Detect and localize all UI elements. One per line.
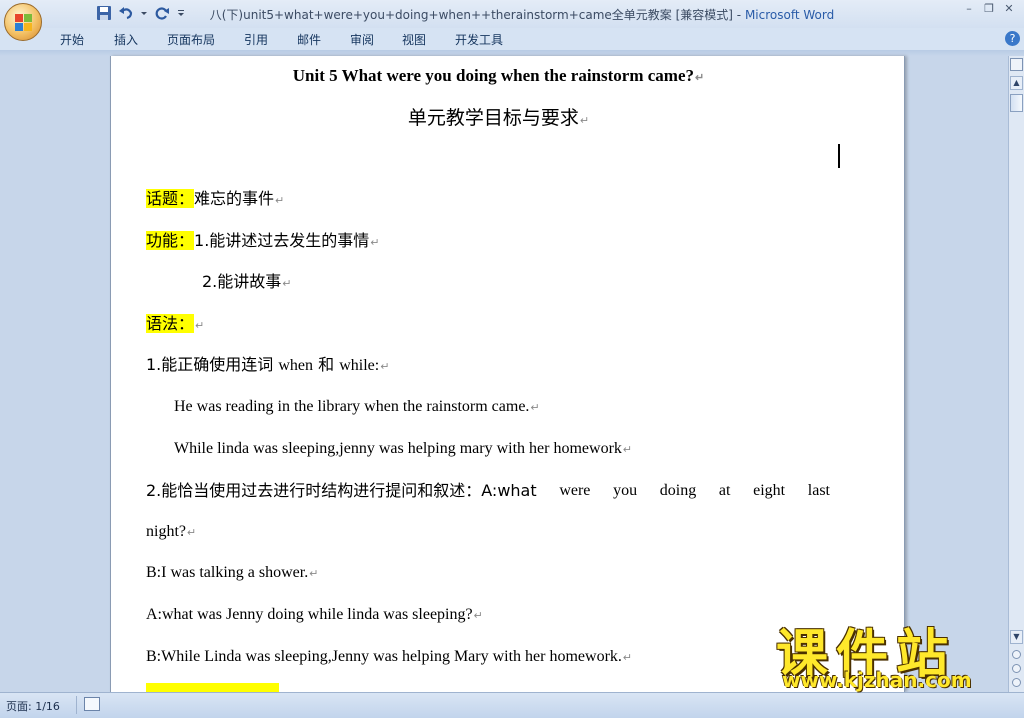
ribbon-tabs: 开始 插入 页面布局 引用 邮件 审阅 视图 开发工具 ? [0, 28, 1024, 50]
paragraph-mark-icon: ↵ [275, 194, 285, 207]
watermark-logo: 课件站 www.kjzhan.com [772, 612, 1007, 694]
paragraph-mark-icon: ↵ [195, 319, 205, 332]
grammar-line: 语法：↵ [146, 309, 204, 341]
function-item-2: 2.能讲故事 [202, 272, 282, 291]
paragraph-mark-icon: ↵ [695, 72, 705, 84]
minimize-icon[interactable]: – [962, 2, 976, 16]
tab-view[interactable]: 视图 [402, 31, 426, 48]
paragraph-mark-icon: ↵ [380, 360, 390, 373]
help-icon[interactable]: ? [1005, 31, 1020, 46]
paragraph-mark-icon: ↵ [579, 114, 590, 127]
close-icon[interactable]: ✕ [1002, 2, 1016, 16]
page-count[interactable]: 页面: 1/16 [6, 698, 60, 714]
window-controls: – ❐ ✕ [962, 2, 1016, 16]
function-item-1: 1.能讲述过去发生的事情 [194, 231, 370, 250]
dialog-line-b2: B:While Linda was sleeping,Jenny was hel… [146, 642, 632, 673]
function-label: 功能： [146, 231, 195, 250]
paragraph-mark-icon: ↵ [530, 402, 540, 414]
dialog-line-b1: B:I was talking a shower.↵ [146, 558, 318, 589]
grammar-point-2-word: you [613, 482, 638, 499]
grammar-point-1: 1.能正确使用连词 when 和 while:↵ [146, 350, 389, 382]
app-name: Microsoft Word [744, 8, 835, 22]
dialog-line-a2: A:what was Jenny doing while linda was s… [146, 600, 483, 631]
example-sentence-2: While linda was sleeping,jenny was helpi… [174, 434, 632, 465]
grammar-point-1-and: 和 [313, 355, 340, 374]
window-title: 八(下)unit5+what+were+you+doing+when++ther… [0, 6, 1024, 23]
paragraph-mark-icon: ↵ [370, 236, 380, 249]
topic-line: 话题：难忘的事件↵ [146, 184, 284, 216]
document-title: Unit 5 What were you doing when the rain… [111, 66, 886, 86]
paragraph-mark-icon: ↵ [622, 444, 633, 456]
grammar-point-2-word: 2.能恰当使用过去进行时结构进行提问和叙述：A:what [146, 481, 537, 500]
view-ruler-icon[interactable] [1010, 58, 1023, 71]
office-logo-icon [15, 14, 32, 31]
dialog-b2-text: B:While Linda was sleeping,Jenny was hel… [146, 648, 622, 665]
grammar-point-2-cont-text: night? [146, 523, 186, 540]
example-1-text: He was reading in the library when the r… [174, 398, 530, 415]
next-page-icon[interactable] [1012, 678, 1021, 687]
grammar-label: 语法： [146, 314, 195, 333]
title-bar: 八(下)unit5+what+were+you+doing+when++ther… [0, 0, 1024, 28]
grammar-point-2-word: at [718, 482, 731, 499]
paragraph-mark-icon: ↵ [622, 652, 633, 664]
grammar-point-1-when: when [278, 357, 314, 374]
paragraph-mark-icon: ↵ [187, 527, 197, 539]
office-button[interactable] [4, 3, 42, 41]
tab-references[interactable]: 引用 [244, 31, 268, 48]
document-subtitle-text: 单元教学目标与要求 [407, 107, 579, 129]
grammar-point-1-while: while: [339, 357, 380, 374]
select-browse-object-icon[interactable] [1012, 664, 1021, 673]
tab-review[interactable]: 审阅 [350, 31, 374, 48]
grammar-point-2-word: last [807, 482, 830, 499]
document-subtitle: 单元教学目标与要求↵ [111, 103, 886, 130]
scroll-thumb[interactable] [1010, 94, 1023, 112]
grammar-point-2-word: were [559, 482, 591, 499]
dialog-a2-text: A:what was Jenny doing while linda was s… [146, 606, 473, 623]
grammar-point-2-word: eight [753, 482, 786, 499]
function-item-2-line: 2.能讲故事↵ [202, 267, 292, 299]
tab-developer[interactable]: 开发工具 [455, 31, 503, 48]
paragraph-mark-icon: ↵ [473, 610, 483, 622]
scroll-down-icon[interactable]: ▼ [1010, 630, 1023, 644]
scroll-up-icon[interactable]: ▲ [1010, 76, 1023, 90]
restore-icon[interactable]: ❐ [982, 2, 996, 16]
example-sentence-1: He was reading in the library when the r… [174, 392, 540, 423]
dialog-b1-text: B:I was talking a shower. [146, 564, 309, 581]
status-bar: 页面: 1/16 [0, 692, 1024, 718]
paragraph-mark-icon: ↵ [309, 568, 319, 580]
function-line: 功能：1.能讲述过去发生的事情↵ [146, 226, 380, 258]
tab-page-layout[interactable]: 页面布局 [167, 31, 215, 48]
document-workspace: Unit 5 What were you doing when the rain… [0, 56, 1008, 692]
highlighted-heading-partial [146, 683, 279, 692]
grammar-point-2-word: doing [659, 482, 697, 499]
tab-home[interactable]: 开始 [60, 31, 84, 48]
topic-text: 难忘的事件 [194, 189, 275, 208]
document-name: 八(下)unit5+what+were+you+doing+when++ther… [209, 8, 733, 22]
proofing-icon[interactable] [84, 697, 100, 711]
text-cursor [838, 144, 840, 168]
title-separator: - [732, 8, 745, 22]
document-title-text: Unit 5 What were you doing when the rain… [292, 66, 694, 85]
tab-insert[interactable]: 插入 [114, 31, 138, 48]
watermark-url: www.kjzhan.com [782, 668, 972, 692]
grammar-point-2: 2.能恰当使用过去进行时结构进行提问和叙述：A:what were you do… [146, 476, 830, 506]
example-2-text: While linda was sleeping,jenny was helpi… [174, 440, 622, 457]
document-page[interactable]: Unit 5 What were you doing when the rain… [110, 56, 905, 692]
paragraph-mark-icon: ↵ [282, 277, 292, 290]
topic-label: 话题： [146, 189, 195, 208]
grammar-point-1-cn: 1.能正确使用连词 [146, 355, 279, 374]
word-window: 八(下)unit5+what+were+you+doing+when++ther… [0, 0, 1024, 718]
vertical-scrollbar[interactable]: ▲ ▼ [1008, 56, 1024, 692]
tab-mailings[interactable]: 邮件 [297, 31, 321, 48]
status-divider [76, 696, 77, 714]
previous-page-icon[interactable] [1012, 650, 1021, 659]
grammar-point-2-continuation: night?↵ [146, 517, 196, 548]
